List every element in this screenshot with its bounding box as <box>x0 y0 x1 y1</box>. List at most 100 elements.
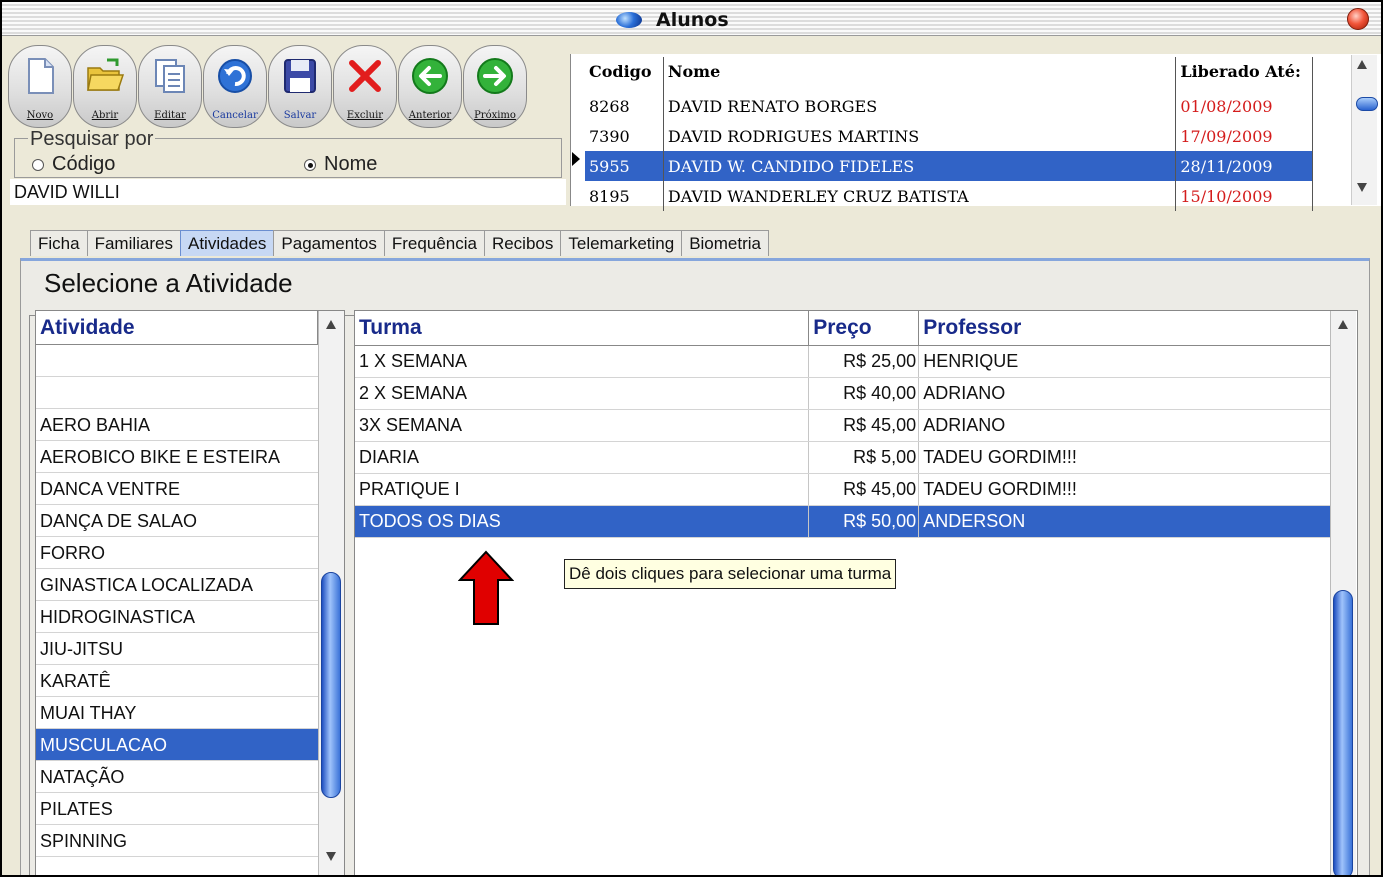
activity-item[interactable]: KARATÊ <box>36 665 318 697</box>
turma-professor: TADEU GORDIM!!! <box>918 441 1331 474</box>
turma-price: R$ 50,00 <box>808 505 920 538</box>
student-liberado: 17/09/2009 <box>1175 121 1313 151</box>
col-liberado[interactable]: Liberado Até: <box>1175 57 1313 91</box>
student-code: 7390 <box>585 121 664 151</box>
radio-name[interactable] <box>304 158 316 171</box>
turma-name: 1 X SEMANA <box>355 345 810 378</box>
cancel-undo-icon <box>218 59 252 93</box>
turma-row[interactable]: 3X SEMANA R$ 45,00 ADRIANO <box>355 409 1331 442</box>
turma-price: R$ 40,00 <box>808 377 920 410</box>
activity-item[interactable]: DANÇA DE SALAO <box>36 505 318 537</box>
activity-scroll-down-icon[interactable] <box>326 852 336 861</box>
radio-name-label: Nome <box>324 153 378 175</box>
tab-atividades[interactable]: Atividades <box>179 230 275 256</box>
turma-price: R$ 45,00 <box>808 409 920 442</box>
activity-item[interactable]: JIU-JITSU <box>36 633 318 665</box>
turma-professor: HENRIQUE <box>918 345 1331 378</box>
radio-name-option[interactable]: Nome <box>304 153 377 176</box>
activity-item[interactable]: NATAÇÃO <box>36 761 318 793</box>
activity-list[interactable]: Atividade AERO BAHIA AEROBICO BIKE E EST… <box>35 310 345 875</box>
next-button[interactable]: Próximo <box>463 45 527 128</box>
new-button[interactable]: Novo <box>8 45 72 128</box>
col-turma[interactable]: Turma <box>355 311 810 346</box>
student-row[interactable]: 8268 DAVID RENATO BORGES 01/08/2009 <box>585 91 1313 121</box>
activity-item[interactable]: DANCA VENTRE <box>36 473 318 505</box>
turma-row[interactable]: PRATIQUE I R$ 45,00 TADEU GORDIM!!! <box>355 473 1331 506</box>
tab-pagamentos[interactable]: Pagamentos <box>273 230 385 256</box>
turma-row-selected[interactable]: TODOS OS DIAS R$ 50,00 ANDERSON <box>355 505 1331 538</box>
activity-item[interactable]: SPINNING <box>36 825 318 857</box>
turma-scroll-thumb[interactable] <box>1333 590 1353 875</box>
student-liberado: 28/11/2009 <box>1175 151 1313 181</box>
edit-document-icon <box>155 59 185 93</box>
turma-professor: TADEU GORDIM!!! <box>918 473 1331 506</box>
student-row-selected[interactable]: 5955 DAVID W. CANDIDO FIDELES 28/11/2009 <box>585 151 1313 181</box>
student-scroll-up-icon[interactable] <box>1357 60 1367 69</box>
turma-row[interactable]: 1 X SEMANA R$ 25,00 HENRIQUE <box>355 345 1331 378</box>
activity-header[interactable]: Atividade <box>36 311 318 345</box>
previous-arrow-icon <box>412 58 448 94</box>
save-disk-icon <box>284 59 316 93</box>
turma-name: DIARIA <box>355 441 810 474</box>
radio-code[interactable] <box>32 158 44 171</box>
col-professor[interactable]: Professor <box>918 311 1331 346</box>
student-grid[interactable]: Codigo Nome Liberado Até: 8268 DAVID REN… <box>570 54 1381 211</box>
cancel-button-label: Cancelar <box>212 110 258 121</box>
tab-telemarketing[interactable]: Telemarketing <box>560 230 683 256</box>
student-liberado: 15/10/2009 <box>1175 181 1313 211</box>
activity-item[interactable]: PILATES <box>36 793 318 825</box>
tab-ficha[interactable]: Ficha <box>30 230 88 256</box>
radio-code-option[interactable]: Código <box>32 153 115 176</box>
student-liberado: 01/08/2009 <box>1175 91 1313 121</box>
red-up-arrow-icon <box>458 550 514 625</box>
student-name: DAVID WANDERLEY CRUZ BATISTA <box>663 181 1177 211</box>
tab-frequencia[interactable]: Frequência <box>383 230 485 256</box>
toolbar: Novo Abrir Editar Cancelar Salvar Exclui… <box>8 45 527 128</box>
student-scroll-thumb[interactable] <box>1356 97 1378 111</box>
activity-item[interactable]: AEROBICO BIKE E ESTEIRA <box>36 441 318 473</box>
save-button[interactable]: Salvar <box>268 45 332 128</box>
activity-item[interactable] <box>36 345 318 377</box>
turma-table: Turma Preço Professor 1 X SEMANA R$ 25,0… <box>355 311 1331 538</box>
activity-item[interactable]: HIDROGINASTICA <box>36 601 318 633</box>
col-codigo[interactable]: Codigo <box>585 57 664 91</box>
tab-recibos[interactable]: Recibos <box>483 230 562 256</box>
search-input[interactable]: DAVID WILLI <box>10 179 566 205</box>
next-arrow-icon <box>477 58 513 94</box>
activity-scroll-thumb[interactable] <box>321 572 341 798</box>
activity-item[interactable]: AERO BAHIA <box>36 409 318 441</box>
student-row[interactable]: 7390 DAVID RODRIGUES MARTINS 17/09/2009 <box>585 121 1313 151</box>
window-title: Alunos <box>656 9 729 31</box>
activity-scroll-up-icon[interactable] <box>326 320 336 329</box>
col-nome[interactable]: Nome <box>663 57 1177 91</box>
activity-item-selected[interactable]: MUSCULACAO <box>36 729 318 761</box>
student-row[interactable]: 8195 DAVID WANDERLEY CRUZ BATISTA 15/10/… <box>585 181 1313 211</box>
col-preco[interactable]: Preço <box>808 311 920 346</box>
student-scroll-down-icon[interactable] <box>1357 183 1367 192</box>
tab-biometria[interactable]: Biometria <box>681 230 769 256</box>
tab-familiares[interactable]: Familiares <box>86 230 181 256</box>
delete-button[interactable]: Excluir <box>333 45 397 128</box>
radio-code-label: Código <box>52 153 116 175</box>
cancel-button[interactable]: Cancelar <box>203 45 267 128</box>
new-button-label: Novo <box>26 110 54 121</box>
turma-price: R$ 5,00 <box>808 441 920 474</box>
student-name: DAVID RENATO BORGES <box>663 91 1177 121</box>
turma-row[interactable]: 2 X SEMANA R$ 40,00 ADRIANO <box>355 377 1331 410</box>
activity-item[interactable]: FORRO <box>36 537 318 569</box>
title-bar[interactable]: Alunos <box>2 2 1381 36</box>
close-window-button[interactable] <box>1347 8 1369 30</box>
activity-item[interactable]: GINASTICA LOCALIZADA <box>36 569 318 601</box>
previous-button[interactable]: Anterior <box>398 45 462 128</box>
turma-scroll-up-icon[interactable] <box>1338 320 1348 329</box>
turma-row[interactable]: DIARIA R$ 5,00 TADEU GORDIM!!! <box>355 441 1331 474</box>
open-button[interactable]: Abrir <box>73 45 137 128</box>
turma-name: 2 X SEMANA <box>355 377 810 410</box>
turma-header-row: Turma Preço Professor <box>355 311 1331 346</box>
section-title: Selecione a Atividade <box>42 268 295 299</box>
activity-item[interactable] <box>36 377 318 409</box>
activity-item[interactable]: MUAI THAY <box>36 697 318 729</box>
turma-professor: ANDERSON <box>918 505 1331 538</box>
edit-button[interactable]: Editar <box>138 45 202 128</box>
next-button-label: Próximo <box>474 110 516 121</box>
